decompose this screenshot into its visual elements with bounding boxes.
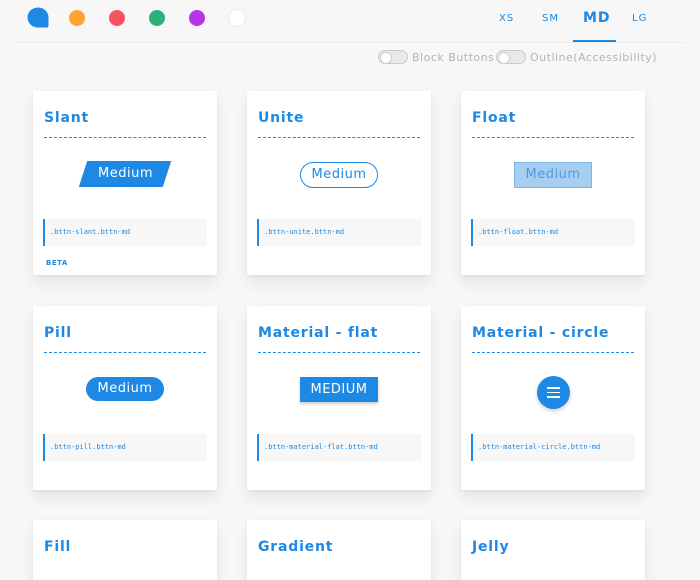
float-demo-button[interactable]: Medium	[514, 162, 592, 188]
card-divider	[44, 352, 206, 353]
size-option-xs[interactable]: XS	[499, 13, 514, 24]
card-fill: Fill	[33, 520, 217, 580]
class-snippet: .bttn-float.bttn-md	[471, 219, 635, 246]
card-pill: Pill Medium .bttn-pill.bttn-md	[33, 306, 217, 490]
card-divider	[472, 352, 634, 353]
unite-demo-button[interactable]: Medium	[300, 162, 378, 188]
card-title: Slant	[44, 110, 89, 126]
card-float: Float Medium .bttn-float.bttn-md	[461, 91, 645, 275]
block-buttons-label: Block Buttons	[412, 50, 495, 64]
block-buttons-switch[interactable]	[378, 50, 408, 64]
beta-badge: BETA	[46, 259, 68, 267]
color-swatch-red[interactable]	[109, 10, 125, 26]
top-bar: XS SM MD LG	[0, 0, 700, 42]
card-title: Gradient	[258, 539, 334, 555]
color-swatch-blue[interactable]	[27, 7, 49, 28]
color-swatch-white[interactable]	[229, 10, 245, 26]
color-swatch-orange[interactable]	[69, 10, 85, 26]
card-divider	[258, 137, 420, 138]
card-title: Material - circle	[472, 325, 610, 341]
class-snippet: .bttn-slant.bttn-md	[43, 219, 207, 246]
material-circle-demo-button[interactable]	[537, 376, 570, 409]
card-title: Fill	[44, 539, 72, 555]
size-option-md[interactable]: MD	[583, 10, 611, 26]
size-option-sm[interactable]: SM	[542, 13, 559, 24]
menu-icon	[547, 387, 560, 398]
card-jelly: Jelly	[461, 520, 645, 580]
size-option-lg[interactable]: LG	[632, 13, 647, 24]
material-flat-demo-button[interactable]: MEDIUM	[300, 377, 378, 402]
card-slant: Slant Medium .bttn-slant.bttn-md BETA	[33, 91, 217, 275]
slant-demo-button[interactable]: Medium	[78, 161, 172, 187]
card-title: Float	[472, 110, 517, 126]
outline-switch[interactable]	[496, 50, 526, 64]
card-title: Pill	[44, 325, 72, 341]
card-gradient: Gradient	[247, 520, 431, 580]
card-divider	[258, 352, 420, 353]
options-bar: Block Buttons Outline(Accessibility)	[0, 50, 700, 68]
card-divider	[44, 137, 206, 138]
pill-demo-button[interactable]: Medium	[86, 377, 164, 401]
color-swatch-green[interactable]	[149, 10, 165, 26]
card-unite: Unite Medium .bttn-unite.bttn-md	[247, 91, 431, 275]
header-divider	[15, 42, 685, 43]
class-snippet: .bttn-material-flat.bttn-md	[257, 434, 421, 461]
class-snippet: .bttn-pill.bttn-md	[43, 434, 207, 461]
outline-toggle[interactable]: Outline(Accessibility)	[496, 50, 657, 64]
card-material-circle: Material - circle .bttn-material-circle.…	[461, 306, 645, 490]
card-material-flat: Material - flat MEDIUM .bttn-material-fl…	[247, 306, 431, 490]
class-snippet: .bttn-material-circle.bttn-md	[471, 434, 635, 461]
card-divider	[472, 137, 634, 138]
class-snippet: .bttn-unite.bttn-md	[257, 219, 421, 246]
card-title: Jelly	[472, 539, 510, 555]
outline-label: Outline(Accessibility)	[530, 50, 658, 64]
block-buttons-toggle[interactable]: Block Buttons	[378, 50, 494, 64]
card-title: Material - flat	[258, 325, 379, 341]
color-swatch-purple[interactable]	[189, 10, 205, 26]
card-title: Unite	[258, 110, 305, 126]
